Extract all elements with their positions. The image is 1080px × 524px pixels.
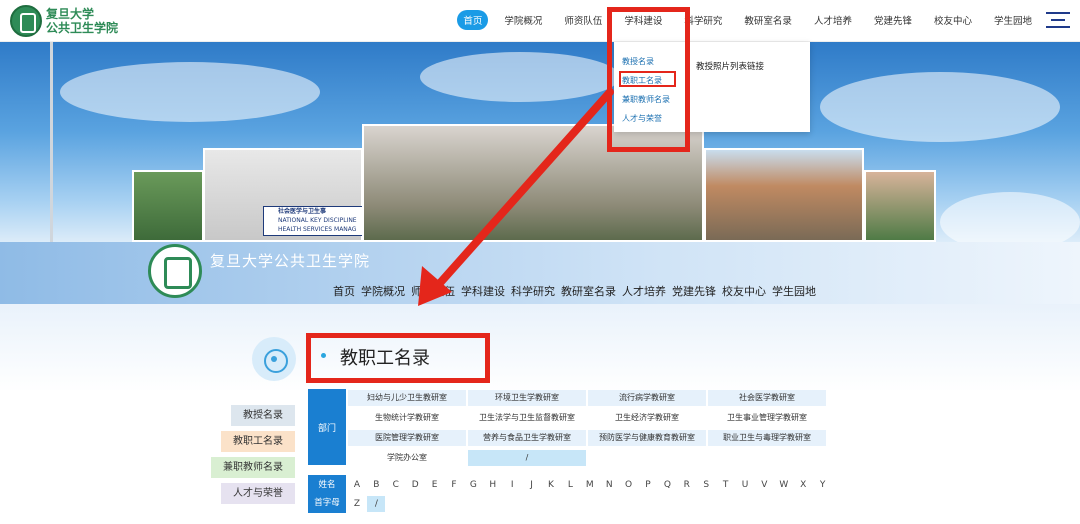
logo-line2: 公共卫生学院 [46, 21, 119, 35]
nav2-party[interactable]: 党建先锋 [672, 283, 716, 299]
nav2-discipline[interactable]: 学科建设 [461, 283, 505, 299]
school-logo[interactable]: 复旦大学 公共卫生学院 [10, 5, 118, 37]
letter-p[interactable]: P [639, 477, 657, 493]
nav-about[interactable]: 学院概况 [498, 10, 548, 30]
letters-label-line2: 首字母 [314, 498, 340, 508]
nav2-research[interactable]: 科学研究 [511, 283, 555, 299]
letter-b[interactable]: B [367, 477, 385, 493]
department-cell[interactable]: 医院管理学教研室 [348, 430, 466, 446]
nav-home[interactable]: 首页 [457, 10, 489, 30]
letter-s[interactable]: S [697, 477, 715, 493]
campus-photo-4 [704, 148, 864, 242]
department-cell[interactable]: 卫生法学与卫生监督教研室 [468, 410, 586, 426]
nav2-home[interactable]: 首页 [333, 283, 355, 299]
discipline-sign: 社会医学与卫生事 NATIONAL KEY DISCIPLINE HEALTH … [263, 206, 363, 236]
header-title: 复旦大学公共卫生学院 [210, 252, 371, 270]
initial-letter-label: 姓名 首字母 [308, 475, 346, 513]
letter-a[interactable]: A [348, 477, 366, 493]
logo-emblem-icon [10, 5, 42, 37]
letter-w[interactable]: W [775, 477, 793, 493]
letter-f[interactable]: F [445, 477, 463, 493]
nav-party[interactable]: 党建先锋 [868, 10, 918, 30]
school-seal-icon [148, 244, 202, 298]
letter-l[interactable]: L [561, 477, 579, 493]
department-cell[interactable]: / [468, 450, 586, 466]
letter-u[interactable]: U [736, 477, 754, 493]
letter-v[interactable]: V [755, 477, 773, 493]
campus-banner: 社会医学与卫生事 NATIONAL KEY DISCIPLINE HEALTH … [0, 42, 1080, 242]
annotation-box-title [306, 333, 490, 383]
department-cell[interactable]: 环境卫生学教研室 [468, 390, 586, 406]
menu-icon[interactable] [1046, 12, 1070, 30]
department-cell[interactable]: 生物统计学教研室 [348, 410, 466, 426]
department-cell[interactable]: 卫生经济学教研室 [588, 410, 706, 426]
department-label: 部门 [308, 389, 346, 465]
letter-t[interactable]: T [717, 477, 735, 493]
logo-line1: 复旦大学 [46, 7, 95, 21]
letter-x[interactable]: X [794, 477, 812, 493]
nav2-students[interactable]: 学生园地 [772, 283, 816, 299]
sidebar-item-professors[interactable]: 教授名录 [231, 405, 295, 426]
annotation-box-staff-item [619, 71, 676, 87]
nav-departments[interactable]: 教研室名录 [738, 10, 798, 30]
nav-students[interactable]: 学生园地 [988, 10, 1038, 30]
nav2-talent[interactable]: 人才培养 [622, 283, 666, 299]
department-cell[interactable]: 卫生事业管理学教研室 [708, 410, 826, 426]
nav2-alumni[interactable]: 校友中心 [722, 283, 766, 299]
letter-m[interactable]: M [581, 477, 599, 493]
department-cell[interactable]: 职业卫生与毒理学教研室 [708, 430, 826, 446]
department-cell[interactable]: 预防医学与健康教育教研室 [588, 430, 706, 446]
nav-alumni[interactable]: 校友中心 [928, 10, 978, 30]
letter-c[interactable]: C [387, 477, 405, 493]
letter-q[interactable]: Q [658, 477, 676, 493]
campus-photo-5 [864, 170, 936, 242]
letter-o[interactable]: O [620, 477, 638, 493]
letter-z[interactable]: Z [348, 496, 366, 512]
nav2-faculty[interactable]: 师资队伍 [411, 283, 455, 299]
secondary-nav: 首页 学院概况 师资队伍 学科建设 科学研究 教研室名录 人才培养 党建先锋 校… [333, 283, 822, 299]
page: 复旦大学 公共卫生学院 首页 学院概况 师资队伍 学科建设 科学研究 教研室名录… [0, 0, 1080, 524]
letter-i[interactable]: I [503, 477, 521, 493]
letter-k[interactable]: K [542, 477, 560, 493]
sidebar-item-honors[interactable]: 人才与荣誉 [221, 483, 295, 504]
dropdown-photo-link[interactable]: 教授照片列表链接 [696, 60, 764, 72]
letters-label-line1: 姓名 [318, 480, 336, 490]
letter-g[interactable]: G [464, 477, 482, 493]
department-cell[interactable]: 流行病学教研室 [588, 390, 706, 406]
nav-talent[interactable]: 人才培养 [808, 10, 858, 30]
department-cell[interactable]: 社会医学教研室 [708, 390, 826, 406]
sidebar-item-staff[interactable]: 教职工名录 [221, 431, 295, 452]
sign-line3: HEALTH SERVICES MANAG [278, 226, 357, 233]
flagpole [50, 42, 53, 242]
campus-photo-2: 社会医学与卫生事 NATIONAL KEY DISCIPLINE HEALTH … [203, 148, 363, 242]
letter-n[interactable]: N [600, 477, 618, 493]
department-cell[interactable]: 营养与食品卫生学教研室 [468, 430, 586, 446]
letter-j[interactable]: J [523, 477, 541, 493]
nav-faculty[interactable]: 师资队伍 [558, 10, 608, 30]
campus-photo-1 [132, 170, 204, 242]
sidebar-item-adjunct[interactable]: 兼职教师名录 [211, 457, 295, 478]
letter-e[interactable]: E [426, 477, 444, 493]
department-cell[interactable]: 学院办公室 [348, 450, 466, 466]
letter-slash[interactable]: / [367, 496, 386, 512]
molecule-icon [252, 337, 296, 381]
letter-h[interactable]: H [484, 477, 502, 493]
letter-d[interactable]: D [406, 477, 424, 493]
department-cell[interactable]: 妇幼与儿少卫生教研室 [348, 390, 466, 406]
top-nav: 首页 学院概况 师资队伍 学科建设 科学研究 教研室名录 人才培养 党建先锋 校… [447, 10, 1038, 30]
logo-text: 复旦大学 公共卫生学院 [46, 7, 118, 35]
letter-r[interactable]: R [678, 477, 696, 493]
top-bar: 复旦大学 公共卫生学院 首页 学院概况 师资队伍 学科建设 科学研究 教研室名录… [0, 0, 1080, 42]
letter-y[interactable]: Y [814, 477, 832, 493]
sign-line1: 社会医学与卫生事 [278, 208, 327, 215]
sign-line2: NATIONAL KEY DISCIPLINE [278, 217, 357, 224]
nav2-departments[interactable]: 教研室名录 [561, 283, 616, 299]
nav2-about[interactable]: 学院概况 [361, 283, 405, 299]
